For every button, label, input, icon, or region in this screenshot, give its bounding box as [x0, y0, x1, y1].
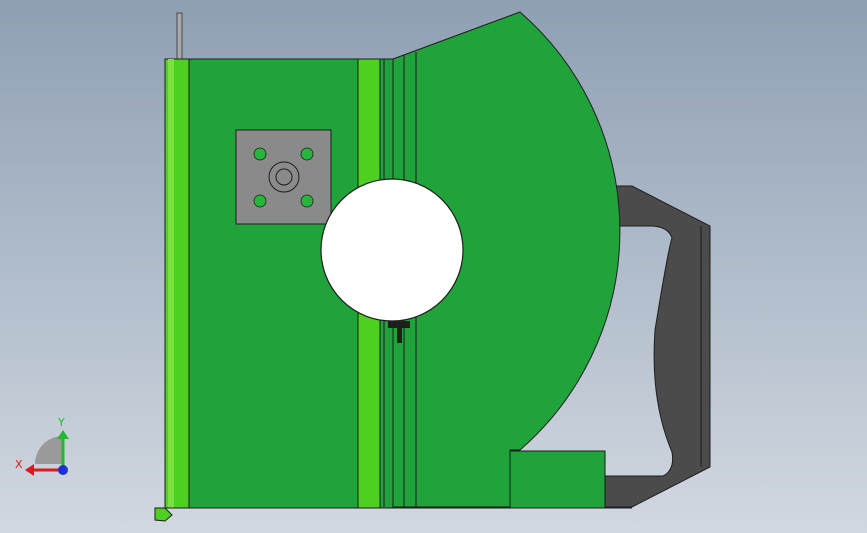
circular-bore [320, 178, 464, 322]
bottom-foot [154, 507, 173, 522]
y-axis-label: Y [57, 416, 65, 429]
cad-viewport[interactable]: Y X [0, 0, 867, 533]
bolt-hole-bottom-left [253, 194, 267, 208]
z-axis-dot [58, 465, 68, 475]
coordinate-triad-icon: Y X [15, 416, 69, 476]
bolt-hole-bottom-right [300, 194, 314, 208]
y-axis-head [57, 430, 69, 439]
fitting-head [388, 321, 410, 328]
bolt-hole-top-right [300, 147, 314, 161]
x-axis-label: X [15, 458, 23, 471]
top-pin [176, 12, 183, 60]
bolt-hole-top-left [253, 147, 267, 161]
left-flange-highlight [168, 59, 174, 508]
fitting-stem [397, 328, 402, 343]
mounting-plate [235, 129, 332, 225]
part-model[interactable]: Y X [0, 0, 867, 533]
lower-block [509, 450, 606, 509]
triad-plane [35, 436, 63, 464]
x-axis-head [25, 464, 34, 476]
